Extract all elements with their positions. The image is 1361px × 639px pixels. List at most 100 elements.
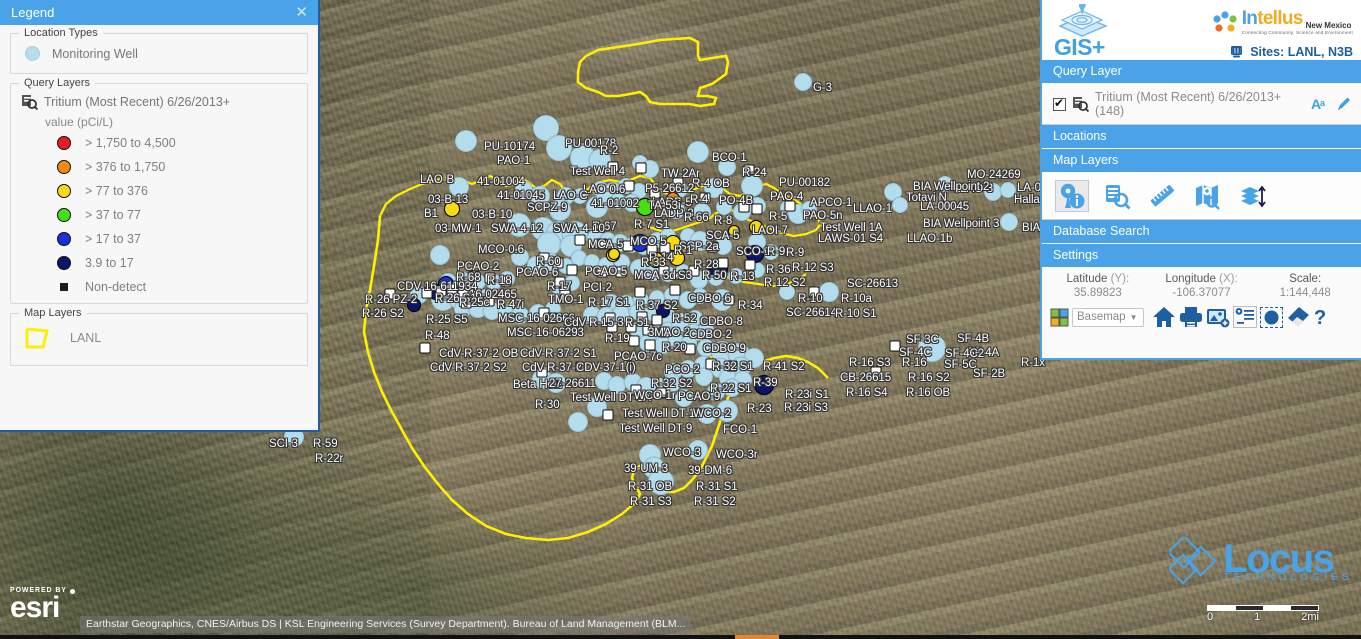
- export-image-icon[interactable]: [1206, 306, 1230, 328]
- non-detect-marker[interactable]: [658, 326, 670, 338]
- tritium-result-marker[interactable]: [754, 375, 774, 395]
- basemap-grid-icon[interactable]: [1050, 308, 1069, 327]
- monitoring-well-marker[interactable]: [572, 188, 588, 204]
- non-detect-marker[interactable]: [538, 252, 550, 264]
- monitoring-well-marker[interactable]: [511, 306, 529, 324]
- non-detect-marker[interactable]: [435, 285, 447, 297]
- monitoring-well-marker[interactable]: [568, 412, 588, 432]
- monitoring-well-marker[interactable]: [819, 282, 839, 302]
- monitoring-well-marker[interactable]: [455, 130, 477, 152]
- help-question-icon[interactable]: ?: [1313, 306, 1329, 328]
- monitoring-well-marker[interactable]: [794, 73, 812, 91]
- tritium-result-marker[interactable]: [666, 192, 680, 206]
- non-detect-marker[interactable]: [743, 164, 755, 176]
- non-detect-marker[interactable]: [546, 312, 558, 324]
- monitoring-well-marker[interactable]: [1000, 213, 1018, 231]
- monitoring-well-marker[interactable]: [697, 404, 717, 424]
- non-detect-marker[interactable]: [628, 335, 640, 347]
- non-detect-marker[interactable]: [500, 275, 512, 287]
- monitoring-well-marker[interactable]: [449, 177, 469, 197]
- non-detect-marker[interactable]: [738, 201, 750, 213]
- non-detect-marker[interactable]: [808, 286, 820, 298]
- non-detect-marker[interactable]: [744, 259, 756, 271]
- section-header-database-search[interactable]: Database Search: [1042, 220, 1361, 244]
- non-detect-marker[interactable]: [552, 257, 564, 269]
- tritium-result-marker[interactable]: [728, 225, 740, 237]
- bottom-orange-tab[interactable]: [735, 635, 779, 639]
- section-header-settings[interactable]: Settings: [1042, 244, 1361, 268]
- monitoring-well-marker[interactable]: [741, 175, 763, 197]
- non-detect-marker[interactable]: [672, 177, 684, 189]
- non-detect-marker[interactable]: [419, 342, 431, 354]
- monitoring-well-marker[interactable]: [728, 268, 744, 284]
- query-layer-item[interactable]: Tritium (Most Recent) 6/26/2013+ (148) A…: [1042, 84, 1361, 125]
- sites-indicator[interactable]: Sites: LANL, N3B: [1229, 44, 1353, 59]
- close-icon[interactable]: ✕: [293, 5, 310, 20]
- non-detect-marker[interactable]: [699, 192, 711, 204]
- non-detect-marker[interactable]: [484, 272, 496, 284]
- section-header-locations[interactable]: Locations: [1042, 125, 1361, 149]
- non-detect-marker[interactable]: [625, 321, 637, 333]
- query-layer-checkbox[interactable]: [1053, 96, 1066, 111]
- non-detect-marker[interactable]: [384, 288, 396, 300]
- non-detect-marker[interactable]: [784, 200, 796, 212]
- monitoring-well-marker[interactable]: [892, 197, 908, 213]
- non-detect-marker[interactable]: [707, 241, 719, 253]
- monitoring-well-marker[interactable]: [918, 334, 946, 362]
- monitoring-well-marker[interactable]: [675, 389, 693, 407]
- non-detect-marker[interactable]: [634, 286, 646, 298]
- non-detect-marker[interactable]: [607, 161, 619, 173]
- non-detect-marker[interactable]: [642, 324, 654, 336]
- non-detect-marker[interactable]: [536, 366, 548, 378]
- monitoring-well-marker[interactable]: [707, 383, 725, 401]
- non-detect-marker[interactable]: [870, 366, 882, 378]
- pencil-edit-icon[interactable]: [1335, 96, 1352, 113]
- non-detect-marker[interactable]: [602, 409, 614, 421]
- monitoring-well-marker[interactable]: [530, 186, 550, 206]
- monitoring-well-marker[interactable]: [695, 368, 713, 386]
- tritium-result-marker[interactable]: [669, 250, 685, 266]
- monitoring-well-marker[interactable]: [779, 284, 795, 300]
- non-detect-marker[interactable]: [659, 242, 671, 254]
- non-detect-marker[interactable]: [468, 270, 480, 282]
- non-detect-marker[interactable]: [646, 244, 658, 256]
- non-detect-marker[interactable]: [751, 203, 763, 215]
- non-detect-marker[interactable]: [421, 287, 433, 299]
- tritium-result-marker[interactable]: [749, 220, 763, 234]
- print-icon[interactable]: [1179, 306, 1203, 328]
- monitoring-well-marker[interactable]: [648, 469, 674, 495]
- monitoring-well-marker[interactable]: [430, 245, 450, 265]
- monitoring-well-marker[interactable]: [937, 176, 953, 192]
- tritium-result-marker[interactable]: [407, 298, 421, 312]
- section-header-map-layers[interactable]: Map Layers: [1042, 149, 1361, 173]
- layer-order-icon[interactable]: [1235, 180, 1269, 212]
- monitoring-well-marker[interactable]: [692, 288, 708, 304]
- monitoring-well-marker[interactable]: [723, 379, 741, 397]
- non-detect-marker[interactable]: [606, 321, 618, 333]
- non-detect-marker[interactable]: [615, 266, 627, 278]
- non-detect-marker[interactable]: [596, 266, 608, 278]
- non-detect-marker[interactable]: [630, 384, 642, 396]
- eraser-clear-icon[interactable]: [1286, 306, 1310, 328]
- monitoring-well-marker[interactable]: [801, 201, 817, 217]
- monitoring-well-marker[interactable]: [546, 373, 566, 393]
- non-detect-marker[interactable]: [574, 234, 586, 246]
- section-header-query-layer[interactable]: Query Layer: [1042, 60, 1361, 84]
- label-text-icon[interactable]: A a: [1311, 96, 1329, 112]
- non-detect-marker[interactable]: [644, 339, 656, 351]
- monitoring-well-marker[interactable]: [687, 141, 709, 163]
- non-detect-marker[interactable]: [483, 295, 495, 307]
- monitoring-well-marker[interactable]: [546, 135, 572, 161]
- non-detect-marker[interactable]: [566, 264, 578, 276]
- monitoring-well-marker[interactable]: [763, 244, 779, 260]
- non-detect-marker[interactable]: [889, 340, 901, 352]
- non-detect-marker[interactable]: [705, 358, 717, 370]
- monitoring-well-marker[interactable]: [549, 199, 571, 221]
- measure-ruler-icon[interactable]: [1145, 180, 1179, 212]
- database-search-icon[interactable]: [1100, 180, 1134, 212]
- legend-list-icon[interactable]: [1232, 306, 1257, 328]
- non-detect-marker[interactable]: [726, 360, 738, 372]
- tritium-result-marker[interactable]: [444, 201, 460, 217]
- monitoring-well-marker[interactable]: [693, 203, 711, 221]
- monitoring-well-marker[interactable]: [608, 376, 626, 394]
